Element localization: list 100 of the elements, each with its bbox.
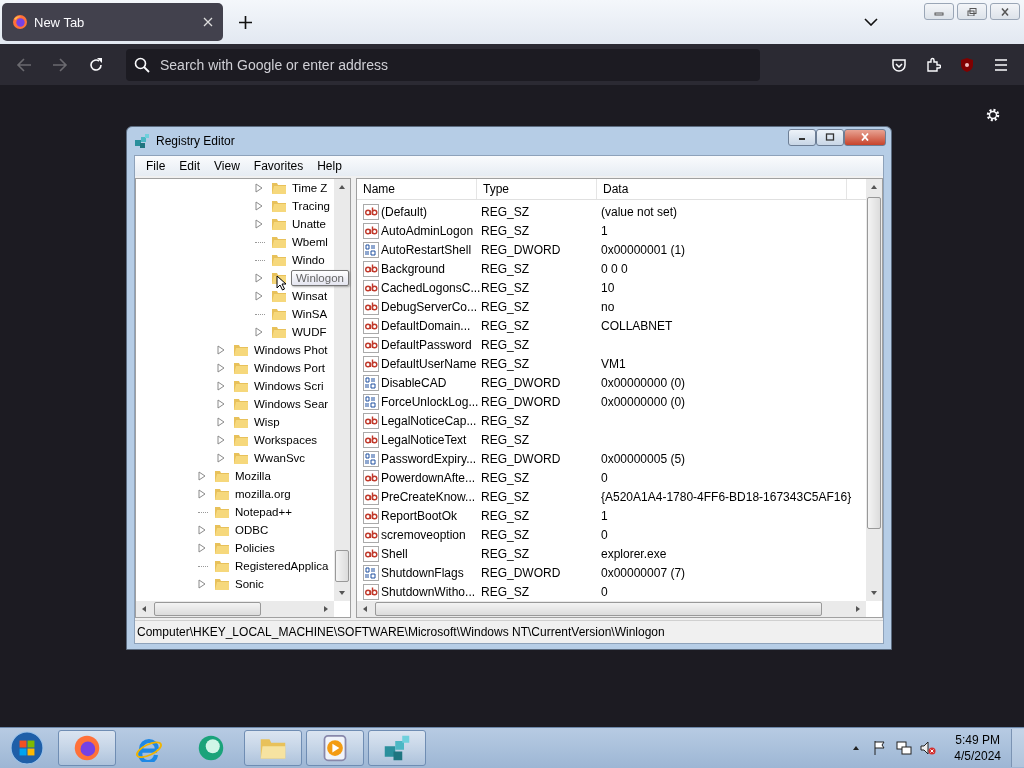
menu-item[interactable]: View — [207, 159, 247, 173]
value-name[interactable]: DefaultPassword — [381, 337, 472, 352]
menu-item[interactable]: Edit — [172, 159, 208, 173]
expand-arrow-icon[interactable] — [198, 543, 206, 553]
value-name[interactable]: LegalNoticeCap... — [381, 413, 477, 428]
value-name[interactable]: DefaultDomain... — [381, 318, 471, 333]
expand-arrow-icon[interactable] — [217, 435, 225, 445]
network-icon[interactable] — [896, 740, 913, 756]
tree-item[interactable]: RegisteredApplica — [234, 560, 330, 572]
close-icon[interactable] — [203, 17, 213, 27]
value-name[interactable]: scremoveoption — [381, 527, 466, 542]
scrollbar[interactable] — [136, 601, 334, 617]
reload-icon[interactable] — [88, 56, 104, 73]
value-name[interactable]: DebugServerCo... — [381, 299, 478, 314]
menu-item[interactable]: Help — [310, 159, 349, 173]
column-header[interactable]: Type — [477, 179, 597, 199]
tree-item[interactable]: WwanSvc — [253, 452, 307, 464]
value-name[interactable]: Shell — [381, 546, 408, 561]
taskbar-button[interactable] — [58, 730, 116, 766]
value-name[interactable]: PowerdownAfte... — [381, 470, 476, 485]
value-name[interactable]: AutoAdminLogon — [381, 223, 474, 238]
close-button[interactable] — [844, 128, 886, 146]
clock[interactable]: 5:49 PM 4/5/2024 — [954, 732, 1001, 764]
scroll-left-icon[interactable] — [362, 605, 368, 613]
value-name[interactable]: DisableCAD — [381, 375, 447, 390]
expand-arrow-icon[interactable] — [198, 525, 206, 535]
expand-arrow-icon[interactable] — [217, 417, 225, 427]
value-name[interactable]: CachedLogonsC... — [381, 280, 481, 295]
value-name[interactable]: DefaultUserName — [381, 356, 477, 371]
scroll-down-icon[interactable] — [338, 590, 346, 596]
close-button[interactable] — [990, 3, 1020, 20]
taskbar-button[interactable] — [368, 730, 426, 766]
value-name[interactable]: ShutdownFlags — [381, 565, 464, 580]
tree-item[interactable]: Windows Phot — [253, 344, 329, 356]
scrollbar-thumb[interactable] — [375, 602, 822, 616]
value-name[interactable]: AutoRestartShell — [381, 242, 472, 257]
speaker-muted-icon[interactable] — [920, 740, 937, 756]
scrollbar-thumb[interactable] — [335, 550, 349, 582]
caret-up-icon[interactable] — [852, 745, 861, 751]
expand-arrow-icon[interactable] — [255, 183, 263, 193]
expand-arrow-icon[interactable] — [255, 273, 263, 283]
tree-item[interactable]: Notepad++ — [234, 506, 293, 518]
tree-item[interactable]: Mozilla — [234, 470, 272, 482]
scrollbar-thumb[interactable] — [867, 197, 881, 529]
minimize-button[interactable] — [788, 128, 816, 146]
tree-item[interactable]: Policies — [234, 542, 276, 554]
tree-item[interactable]: Wbeml — [291, 236, 329, 248]
shield-icon[interactable] — [959, 56, 975, 73]
expand-arrow-icon[interactable] — [217, 381, 225, 391]
expand-arrow-icon[interactable] — [198, 489, 206, 499]
tree-item[interactable]: Unatte — [291, 218, 327, 230]
scroll-right-icon[interactable] — [855, 605, 861, 613]
maximize-button[interactable] — [816, 128, 844, 146]
expand-arrow-icon[interactable] — [217, 363, 225, 373]
value-name[interactable]: ShutdownWitho... — [381, 584, 476, 599]
tree-item[interactable]: Windows Scri — [253, 380, 325, 392]
scroll-left-icon[interactable] — [141, 605, 147, 613]
column-header[interactable]: Name — [357, 179, 477, 199]
value-name[interactable]: ForceUnlockLog... — [381, 394, 479, 409]
pocket-icon[interactable] — [891, 56, 907, 73]
tree-item[interactable]: Windows Port — [253, 362, 326, 374]
scroll-down-icon[interactable] — [870, 590, 878, 596]
expand-arrow-icon[interactable] — [217, 453, 225, 463]
start-button[interactable] — [10, 731, 44, 765]
expand-arrow-icon[interactable] — [255, 291, 263, 301]
taskbar-button[interactable] — [244, 730, 302, 766]
tree-item[interactable]: Sonic — [234, 578, 265, 590]
menu-icon[interactable] — [993, 56, 1009, 73]
new-tab-icon[interactable] — [239, 15, 252, 29]
column-header[interactable]: Data — [597, 179, 847, 199]
tree-item[interactable]: WUDF — [291, 326, 328, 338]
value-name[interactable]: LegalNoticeText — [381, 432, 467, 447]
scroll-right-icon[interactable] — [323, 605, 329, 613]
expand-arrow-icon[interactable] — [198, 471, 206, 481]
tree-item[interactable]: WinSA — [291, 308, 329, 320]
tree-item[interactable]: Winsat — [291, 290, 329, 302]
tree-item[interactable]: Tracing — [291, 200, 331, 212]
tree-item[interactable]: Workspaces — [253, 434, 319, 446]
expand-arrow-icon[interactable] — [255, 201, 263, 211]
tree-item[interactable]: Windows Sear — [253, 398, 330, 410]
value-name[interactable]: ReportBootOk — [381, 508, 458, 523]
taskbar-button[interactable] — [306, 730, 364, 766]
value-name[interactable]: Background — [381, 261, 446, 276]
expand-arrow-icon[interactable] — [255, 327, 263, 337]
scroll-up-icon[interactable] — [870, 184, 878, 190]
show-desktop-button[interactable] — [1011, 729, 1024, 767]
expand-arrow-icon[interactable] — [217, 345, 225, 355]
chevron-down-icon[interactable] — [864, 18, 878, 26]
tree-item[interactable]: mozilla.org — [234, 488, 292, 500]
tree-item[interactable]: Windo — [291, 254, 326, 266]
scroll-up-icon[interactable] — [338, 184, 346, 190]
value-name[interactable]: PasswordExpiry... — [381, 451, 477, 466]
restore-button[interactable] — [957, 3, 987, 20]
scrollbar[interactable] — [866, 179, 882, 601]
tree-item[interactable]: Time Z — [291, 182, 329, 194]
scrollbar[interactable] — [357, 601, 866, 617]
expand-arrow-icon[interactable] — [198, 579, 206, 589]
puzzle-icon[interactable] — [925, 56, 941, 73]
address-field[interactable]: Search with Google or enter address — [126, 48, 760, 81]
tree-item[interactable]: Wisp — [253, 416, 281, 428]
